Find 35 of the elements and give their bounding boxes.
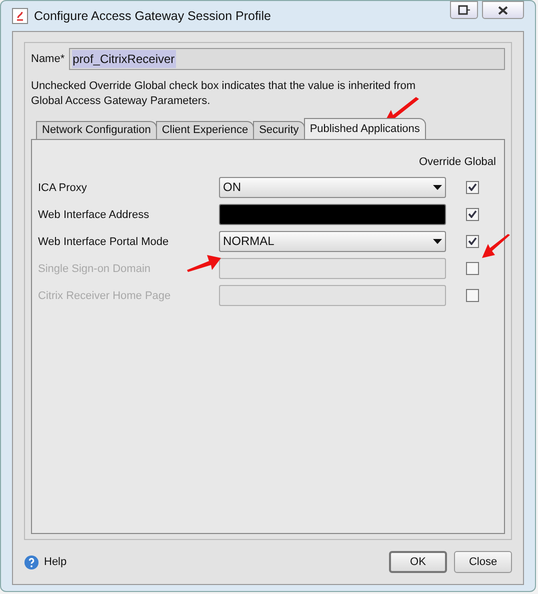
- caret-icon: [433, 184, 442, 190]
- info-text: Unchecked Override Global check box indicates that the value is inherited from Global Access Gateway Parameters.: [31, 79, 416, 109]
- setting-label: ICA Proxy: [38, 182, 87, 194]
- checkbox[interactable]: [466, 180, 478, 194]
- checkbox[interactable]: [466, 234, 478, 248]
- tab[interactable]: Published Applications: [304, 118, 426, 139]
- dropdown[interactable]: NORMAL: [219, 230, 446, 252]
- help-icon: [24, 554, 39, 570]
- name-field[interactable]: prof_CitrixReceiver: [68, 48, 505, 70]
- close-button[interactable]: [482, 1, 524, 19]
- tab[interactable]: Security: [253, 121, 305, 139]
- setting-label: Web Interface Portal Mode: [38, 236, 169, 248]
- window-title: Configure Access Gateway Session Profile: [34, 8, 271, 25]
- tab[interactable]: Network Configuration: [36, 121, 157, 139]
- dropdown[interactable]: ON: [219, 176, 446, 198]
- column-header: Override Global: [418, 155, 496, 170]
- dialog-button[interactable]: Close: [454, 551, 512, 573]
- tab[interactable]: Client Experience: [156, 121, 254, 139]
- window-icon: [458, 5, 470, 15]
- check-icon: [468, 210, 476, 218]
- check-icon: [468, 183, 476, 191]
- pointer-arrow-icon: [187, 254, 221, 272]
- name-label: Name*: [31, 52, 65, 67]
- setting-label: Web Interface Address: [38, 209, 150, 221]
- pointer-arrow-icon: [482, 234, 510, 258]
- app-icon: [12, 8, 28, 24]
- restore-button[interactable]: [450, 1, 478, 19]
- checkbox[interactable]: [466, 208, 478, 220]
- caret-icon: [433, 238, 442, 244]
- setting-label: Single Sign-on Domain: [38, 263, 151, 275]
- close-icon: [498, 6, 508, 14]
- help-link[interactable]: Help: [44, 554, 67, 570]
- setting-label: Citrix Receiver Home Page: [38, 290, 171, 302]
- check-icon: [468, 237, 476, 245]
- dialog-button[interactable]: OK: [389, 551, 447, 573]
